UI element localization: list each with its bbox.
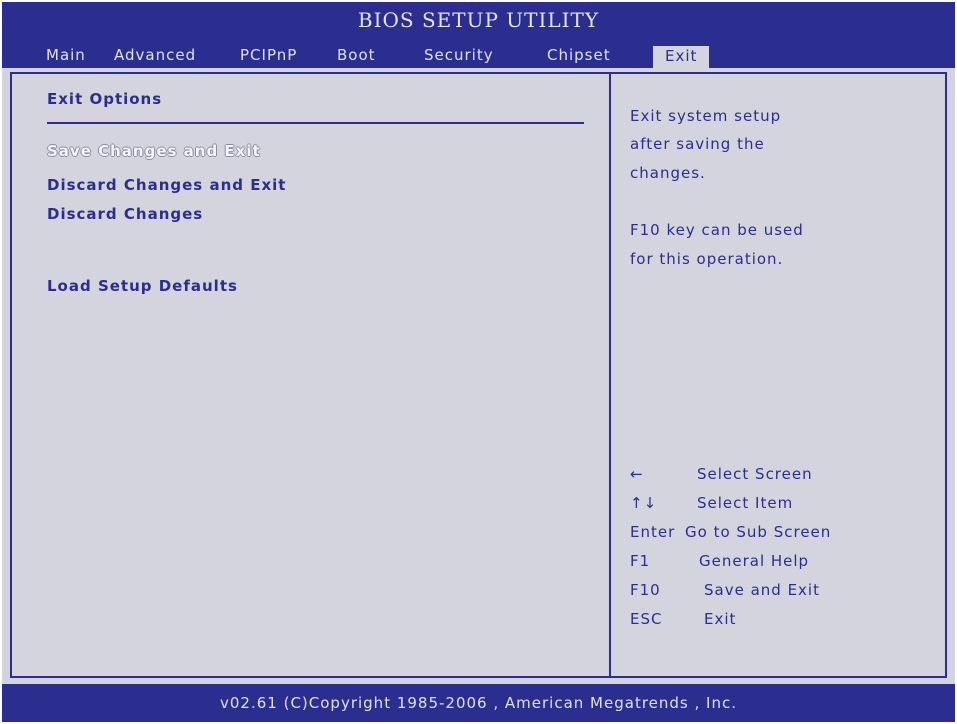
key-enter: Enter: [630, 523, 676, 541]
option-load-setup-defaults[interactable]: Load Setup Defaults: [47, 277, 238, 295]
key-desc-save-and-exit: Save and Exit: [704, 581, 820, 599]
copyright-text: v02.61 (C)Copyright 1985-2006 , American…: [220, 694, 737, 712]
tab-advanced[interactable]: Advanced: [114, 46, 196, 64]
header-bar: BIOS SETUP UTILITY Main Advanced PCIPnP …: [2, 2, 955, 68]
key-desc-select-item: Select Item: [697, 494, 794, 512]
panel-divider: [609, 72, 611, 678]
section-title-exit-options: Exit Options: [47, 90, 163, 108]
help-line: F10 key can be used: [630, 221, 804, 239]
section-underline: [47, 122, 584, 124]
tab-boot[interactable]: Boot: [337, 46, 376, 64]
tab-main[interactable]: Main: [46, 46, 86, 64]
option-save-changes-and-exit[interactable]: Save Changes and Exit: [47, 142, 261, 160]
key-desc-select-screen: Select Screen: [697, 465, 813, 483]
footer-bar: v02.61 (C)Copyright 1985-2006 , American…: [2, 684, 955, 722]
key-left-arrow: ←: [630, 465, 644, 483]
help-line: after saving the: [630, 135, 765, 153]
key-f10: F10: [630, 581, 661, 599]
bios-screen: BIOS SETUP UTILITY Main Advanced PCIPnP …: [2, 2, 955, 722]
key-desc-exit: Exit: [704, 610, 737, 628]
tab-exit[interactable]: Exit: [653, 46, 710, 68]
key-f1: F1: [630, 552, 651, 570]
tab-security[interactable]: Security: [424, 46, 494, 64]
key-up-down-arrows: ↑↓: [630, 494, 658, 512]
key-desc-go-to-sub-screen: Go to Sub Screen: [685, 523, 832, 541]
help-line: for this operation.: [630, 250, 784, 268]
bios-title: BIOS SETUP UTILITY: [357, 8, 600, 32]
option-discard-changes[interactable]: Discard Changes: [47, 205, 203, 223]
help-line: Exit system setup: [630, 107, 782, 125]
tab-pcipnp[interactable]: PCIPnP: [240, 46, 297, 64]
key-esc: ESC: [630, 610, 663, 628]
help-line: changes.: [630, 164, 706, 182]
option-discard-changes-and-exit[interactable]: Discard Changes and Exit: [47, 176, 286, 194]
tab-chipset[interactable]: Chipset: [547, 46, 611, 64]
key-desc-general-help: General Help: [699, 552, 810, 570]
